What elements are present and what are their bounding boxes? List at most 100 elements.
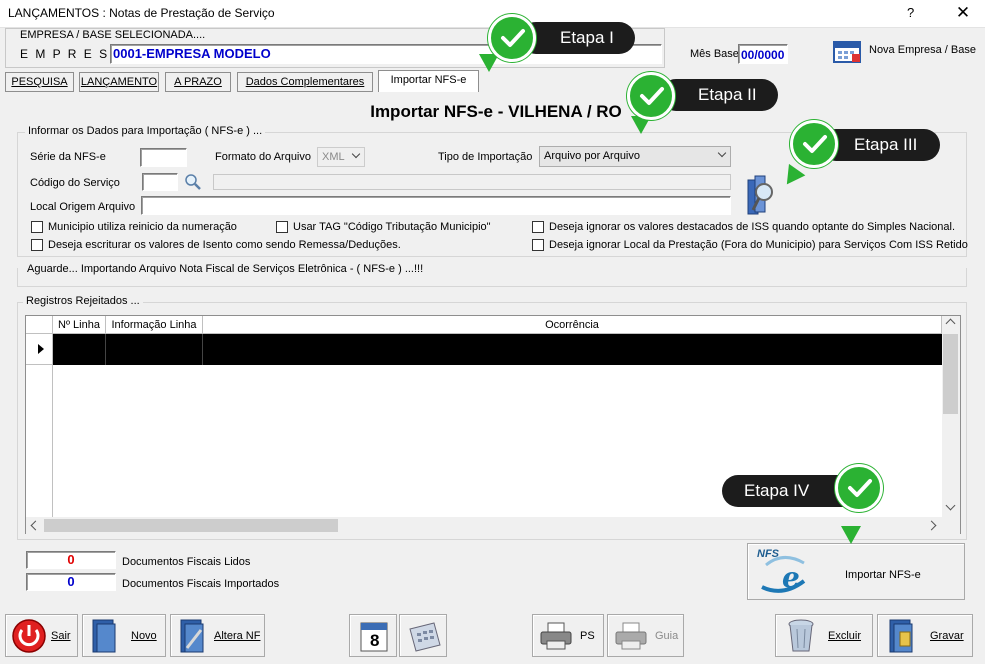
sair-label: Sair [51, 630, 71, 642]
scroll-right-icon[interactable] [926, 520, 937, 531]
importar-nfse-label: Importar NFS-e [845, 569, 921, 581]
altera-label: Altera NF [214, 630, 261, 642]
chk-ignorar-iss-simples[interactable] [532, 221, 544, 233]
calculator-icon [409, 622, 441, 652]
calendar-icon [833, 41, 861, 63]
check-icon [488, 14, 536, 62]
lidos-label: Documentos Fiscais Lidos [122, 556, 251, 568]
scroll-left-icon[interactable] [30, 520, 41, 531]
nova-empresa-button[interactable]: Nova Empresa / Base [832, 36, 982, 66]
form-group-label: Informar os Dados para Importação ( NFS-… [25, 125, 266, 137]
callout-etapa-3: Etapa III [820, 129, 940, 161]
vertical-scrollbar[interactable] [942, 316, 960, 517]
lidos-counter: 0 [26, 551, 116, 569]
importados-counter: 0 [26, 573, 116, 591]
chevron-down-icon [351, 149, 361, 159]
altera-nf-button[interactable]: Altera NF [170, 614, 265, 657]
gravar-button[interactable]: Gravar [877, 614, 973, 657]
formato-select[interactable]: XML [317, 147, 365, 167]
calculator-button[interactable] [399, 614, 447, 657]
local-label: Local Origem Arquivo [30, 201, 136, 213]
codigo-descricao [213, 174, 731, 190]
chk-ignorar-iss-label: Deseja ignorar os valores destacados de … [549, 221, 956, 233]
browse-folder-icon[interactable] [745, 170, 777, 218]
chk-ignorar-local-label: Deseja ignorar Local da Prestação (Fora … [549, 239, 968, 251]
novo-label: Novo [131, 630, 157, 642]
scroll-down-icon[interactable] [945, 500, 956, 511]
save-document-icon [889, 619, 913, 653]
formato-label: Formato do Arquivo [215, 151, 311, 163]
search-icon[interactable] [184, 173, 202, 191]
close-button[interactable]: ✕ [952, 3, 974, 23]
excluir-label: Excluir [828, 630, 862, 642]
guia-button[interactable]: Guia [607, 614, 684, 657]
printer-icon [615, 622, 647, 650]
grid-row-indicator [26, 334, 53, 365]
local-input[interactable] [141, 196, 731, 215]
calendar-day: 8 [370, 631, 380, 650]
grid-header-info[interactable]: Informação Linha [106, 316, 203, 334]
chk-isento-remessa[interactable] [31, 239, 43, 251]
chk-reinicio-label: Municipio utiliza reinicio da numeração [48, 221, 237, 233]
callout-etapa-2: Etapa II [660, 79, 778, 111]
callout-etapa-1: Etapa I [520, 22, 635, 54]
printer-icon [540, 622, 572, 650]
codigo-label: Código do Serviço [30, 177, 120, 189]
novo-button[interactable]: Novo [82, 614, 166, 657]
nfse-logo-text: NFS [757, 548, 779, 560]
tab-pesquisa[interactable]: PESQUISA [5, 72, 74, 92]
scroll-up-icon[interactable] [945, 318, 956, 329]
window-title: LANÇAMENTOS : Notas de Prestação de Serv… [8, 6, 275, 20]
tab-dados-complementares[interactable]: Dados Complementares [237, 72, 373, 92]
mes-base-field: 00/0000 [738, 44, 788, 64]
tipo-label: Tipo de Importação [438, 151, 533, 163]
nova-empresa-label: Nova Empresa / Base [869, 44, 976, 56]
ps-label: PS [580, 630, 595, 642]
serie-label: Série da NFS-e [30, 151, 106, 163]
grid-header-ocorrencia[interactable]: Ocorrência [203, 316, 942, 334]
check-icon [627, 72, 675, 120]
edit-document-icon [180, 619, 204, 653]
empresa-header: EMPRESA / BASE SELECIONADA.... [20, 29, 206, 41]
chk-tag-codigo-tributacao[interactable] [276, 221, 288, 233]
calendar-button[interactable]: 8 [349, 614, 397, 657]
tab-lancamento[interactable]: LANÇAMENTO [79, 72, 159, 92]
check-icon [835, 464, 883, 512]
horizontal-scroll-thumb[interactable] [44, 519, 338, 532]
excluir-button[interactable]: Excluir [775, 614, 873, 657]
chevron-down-icon [717, 148, 727, 158]
vertical-scroll-thumb[interactable] [943, 334, 958, 414]
sair-button[interactable]: Sair [5, 614, 78, 657]
tab-importar-nfse[interactable]: Importar NFS-e [378, 70, 479, 92]
chk-tag-label: Usar TAG "Código Tributação Municipio" [293, 221, 491, 233]
empresa-label: E M P R E S A [20, 47, 124, 61]
horizontal-scrollbar[interactable] [26, 517, 942, 534]
chk-ignorar-local-prestacao[interactable] [532, 239, 544, 251]
importados-label: Documentos Fiscais Importados [122, 578, 280, 590]
mes-base-value: 00/0000 [741, 48, 785, 62]
tipo-select[interactable]: Arquivo por Arquivo [539, 146, 731, 167]
trash-icon [788, 619, 814, 652]
grid-header-linha[interactable]: Nº Linha [53, 316, 106, 334]
mes-base-label: Mês Base [690, 48, 739, 60]
new-document-icon [92, 619, 116, 653]
rejected-group-label: Registros Rejeitados ... [23, 295, 143, 307]
table-row[interactable] [53, 334, 942, 365]
check-icon [790, 120, 838, 168]
chk-isento-label: Deseja escriturar os valores de Isento c… [48, 239, 401, 251]
power-icon [12, 619, 46, 653]
row-pointer-icon [38, 344, 44, 354]
codigo-input[interactable] [142, 173, 178, 191]
grid-indicator-header [26, 316, 53, 334]
serie-input[interactable] [140, 148, 187, 167]
empresa-value: 0001-EMPRESA MODELO [113, 46, 271, 61]
svg-text:e: e [782, 561, 800, 594]
tab-a-prazo[interactable]: A PRAZO [165, 72, 231, 92]
page-title: Importar NFS-e - VILHENA / RO [370, 102, 622, 121]
importar-nfse-button[interactable]: e NFS Importar NFS-e [747, 543, 965, 600]
gravar-label: Gravar [930, 630, 964, 642]
chk-reinicio-numeracao[interactable] [31, 221, 43, 233]
help-button[interactable]: ? [907, 5, 914, 20]
ps-button[interactable]: PS [532, 614, 604, 657]
guia-label: Guia [655, 630, 679, 642]
